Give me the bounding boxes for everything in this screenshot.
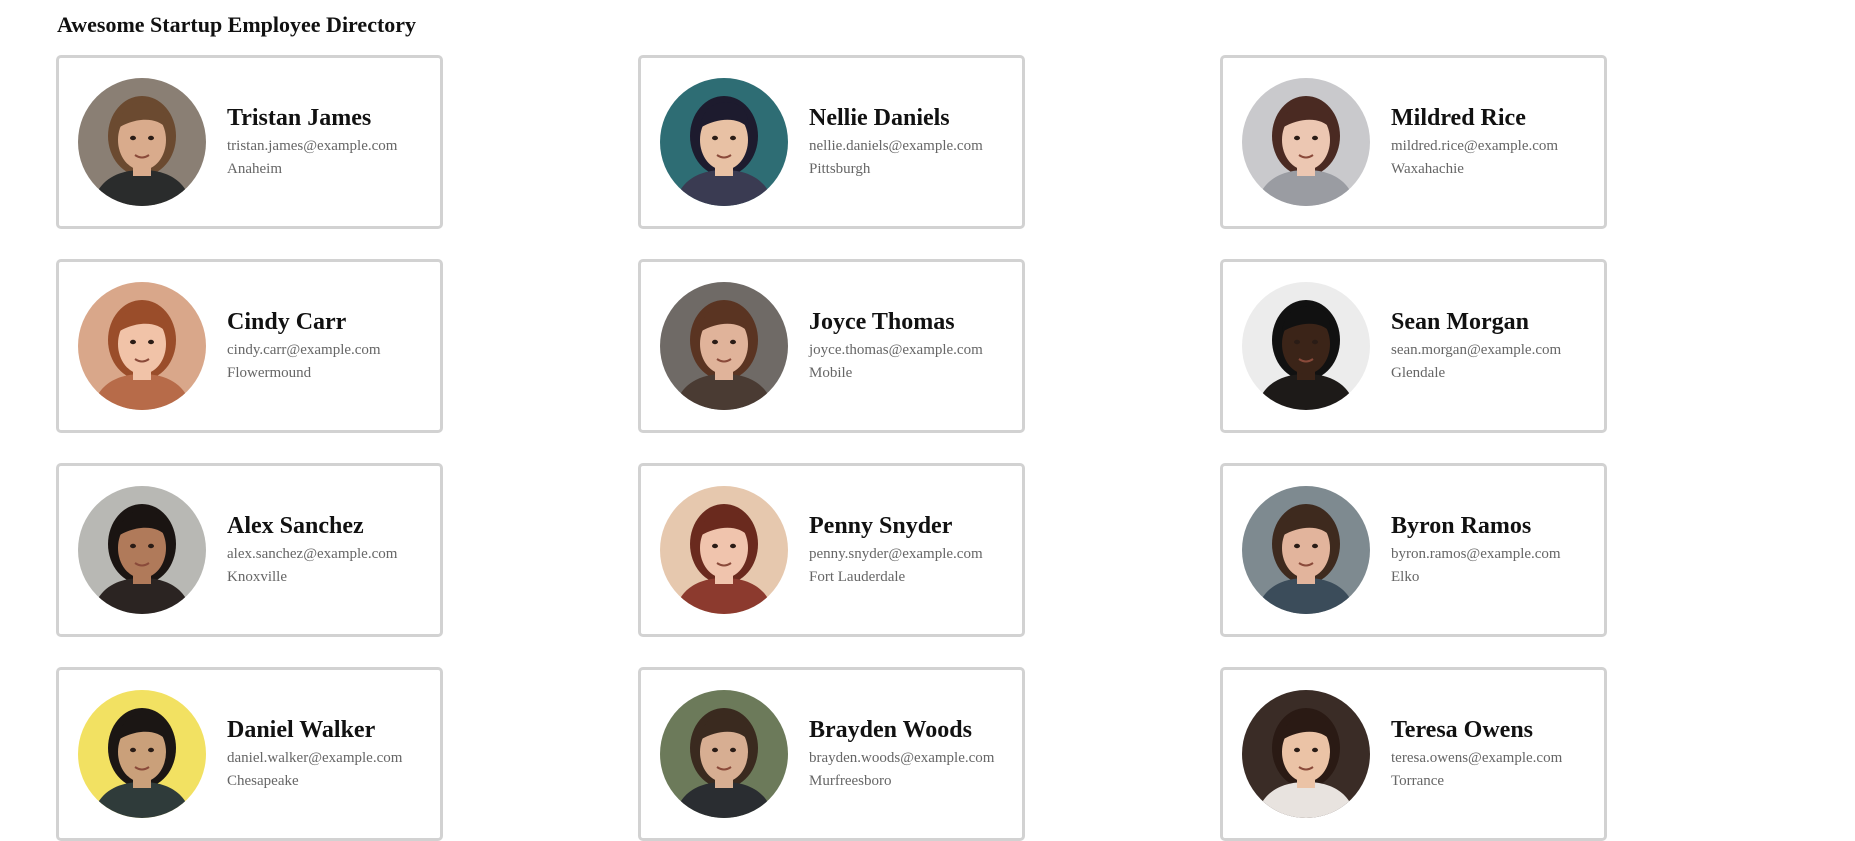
employee-name: Cindy Carr bbox=[227, 308, 347, 335]
employee-info: Penny Snyder penny.snyder@example.com Fort… bbox=[809, 512, 983, 589]
employee-name: Mildred Rice bbox=[1391, 104, 1526, 131]
employee-avatar bbox=[660, 282, 788, 410]
employee-email: brayden.woods@example.com bbox=[809, 749, 995, 766]
employee-card[interactable]: Brayden Woods brayden.woods@example.com Mu… bbox=[638, 667, 1025, 841]
employee-info: Daniel Walker daniel.walker@example.com Ch… bbox=[227, 716, 402, 793]
employee-info: Sean Morgan sean.morgan@example.com Glenda… bbox=[1391, 308, 1561, 385]
employee-avatar bbox=[660, 690, 788, 818]
employee-city: Anaheim bbox=[227, 160, 282, 177]
employee-email: joyce.thomas@example.com bbox=[809, 341, 983, 358]
employee-info: Nellie Daniels nellie.daniels@example.com… bbox=[809, 104, 983, 181]
employee-name: Daniel Walker bbox=[227, 716, 376, 743]
employee-name: Joyce Thomas bbox=[809, 308, 955, 335]
employee-city: Flowermound bbox=[227, 364, 312, 381]
employee-card[interactable]: Teresa Owens teresa.owens@example.com Torr… bbox=[1220, 667, 1607, 841]
employee-email: daniel.walker@example.com bbox=[227, 749, 403, 766]
employee-city: Mobile bbox=[809, 364, 853, 381]
employee-email: cindy.carr@example.com bbox=[227, 341, 381, 358]
employee-email: tristan.james@example.com bbox=[227, 137, 398, 154]
page-title: Awesome Startup Employee Directory bbox=[57, 12, 417, 37]
employee-card[interactable]: Cindy Carr cindy.carr@example.com Flowermo… bbox=[56, 259, 443, 433]
employee-city: Glendale bbox=[1391, 364, 1446, 381]
employee-name: Penny Snyder bbox=[809, 512, 953, 539]
employee-info: Mildred Rice mildred.rice@example.com Waxa… bbox=[1391, 104, 1558, 181]
employee-email: alex.sanchez@example.com bbox=[227, 545, 398, 562]
employee-grid: Tristan James tristan.james@example.com An… bbox=[56, 55, 1607, 841]
employee-avatar bbox=[78, 690, 206, 818]
employee-name: Nellie Daniels bbox=[809, 104, 950, 131]
employee-name: Byron Ramos bbox=[1391, 512, 1532, 539]
employee-card[interactable]: Mildred Rice mildred.rice@example.com Waxa… bbox=[1220, 55, 1607, 229]
employee-city: Torrance bbox=[1391, 772, 1445, 789]
employee-card[interactable]: Daniel Walker daniel.walker@example.com Ch… bbox=[56, 667, 443, 841]
employee-info: Alex Sanchez alex.sanchez@example.com Knox… bbox=[227, 512, 397, 589]
employee-info: Joyce Thomas joyce.thomas@example.com Mobi… bbox=[809, 308, 983, 385]
employee-email: penny.snyder@example.com bbox=[809, 545, 983, 562]
employee-avatar bbox=[1242, 282, 1370, 410]
employee-avatar bbox=[78, 486, 206, 614]
employee-name: Tristan James bbox=[227, 104, 372, 131]
employee-info: Brayden Woods brayden.woods@example.com Mu… bbox=[809, 716, 994, 793]
employee-card[interactable]: Byron Ramos byron.ramos@example.com Elko bbox=[1220, 463, 1607, 637]
employee-city: Chesapeake bbox=[227, 772, 299, 789]
employee-avatar bbox=[78, 282, 206, 410]
employee-name: Teresa Owens bbox=[1391, 716, 1534, 743]
employee-city: Elko bbox=[1391, 568, 1420, 585]
employee-avatar bbox=[1242, 78, 1370, 206]
employee-city: Murfreesboro bbox=[809, 772, 892, 789]
employee-info: Teresa Owens teresa.owens@example.com Torr… bbox=[1391, 716, 1562, 793]
employee-info: Byron Ramos byron.ramos@example.com Elko bbox=[1391, 512, 1561, 589]
employee-info: Tristan James tristan.james@example.com An… bbox=[227, 104, 397, 181]
employee-card[interactable]: Penny Snyder penny.snyder@example.com Fort… bbox=[638, 463, 1025, 637]
employee-email: nellie.daniels@example.com bbox=[809, 137, 983, 154]
employee-email: sean.morgan@example.com bbox=[1391, 341, 1562, 358]
employee-avatar bbox=[660, 486, 788, 614]
employee-card[interactable]: Joyce Thomas joyce.thomas@example.com Mobi… bbox=[638, 259, 1025, 433]
employee-city: Fort Lauderdale bbox=[809, 568, 906, 585]
employee-city: Knoxville bbox=[227, 568, 287, 585]
employee-card[interactable]: Tristan James tristan.james@example.com An… bbox=[56, 55, 443, 229]
employee-name: Alex Sanchez bbox=[227, 512, 364, 539]
employee-name: Brayden Woods bbox=[809, 716, 972, 743]
employee-name: Sean Morgan bbox=[1391, 308, 1529, 335]
employee-email: teresa.owens@example.com bbox=[1391, 749, 1563, 766]
employee-email: mildred.rice@example.com bbox=[1391, 137, 1559, 154]
employee-email: byron.ramos@example.com bbox=[1391, 545, 1561, 562]
employee-card[interactable]: Sean Morgan sean.morgan@example.com Glenda… bbox=[1220, 259, 1607, 433]
employee-avatar bbox=[78, 78, 206, 206]
employee-city: Waxahachie bbox=[1391, 160, 1464, 177]
employee-city: Pittsburgh bbox=[809, 160, 871, 177]
employee-card[interactable]: Nellie Daniels nellie.daniels@example.com… bbox=[638, 55, 1025, 229]
employee-info: Cindy Carr cindy.carr@example.com Flowermo… bbox=[227, 308, 381, 385]
employee-avatar bbox=[1242, 486, 1370, 614]
employee-avatar bbox=[1242, 690, 1370, 818]
employee-avatar bbox=[660, 78, 788, 206]
employee-card[interactable]: Alex Sanchez alex.sanchez@example.com Knox… bbox=[56, 463, 443, 637]
